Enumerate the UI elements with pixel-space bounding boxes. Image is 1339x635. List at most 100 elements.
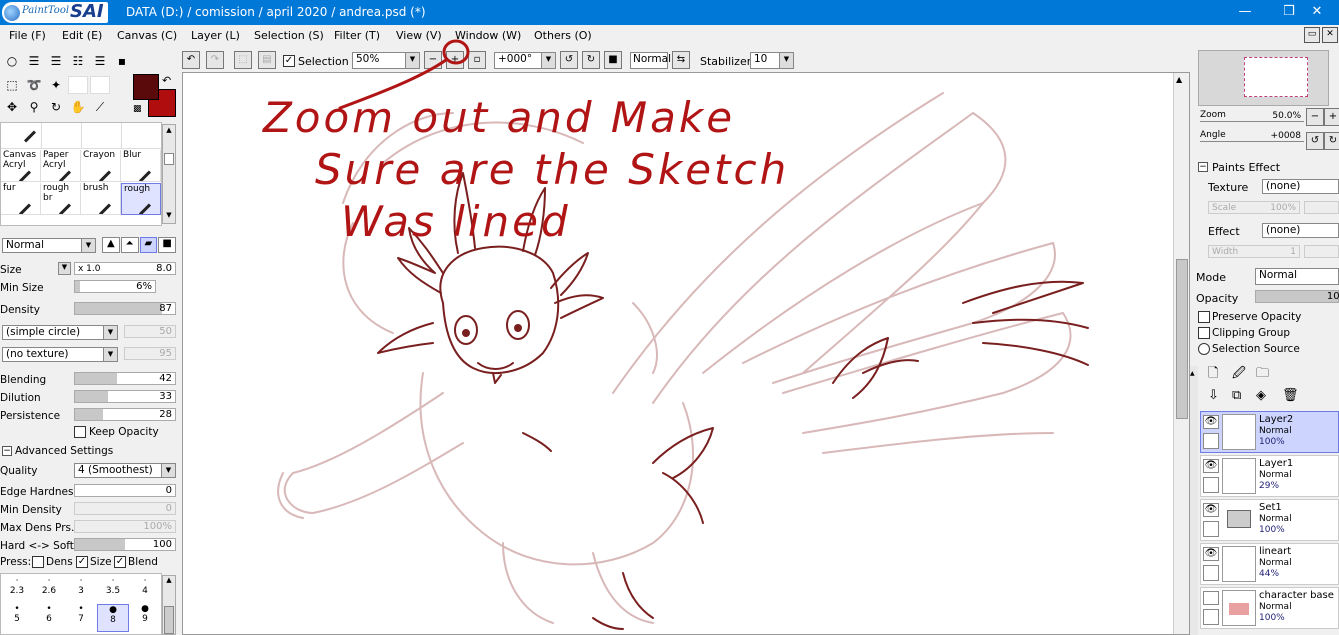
shape-mid-icon[interactable]: ▰ bbox=[139, 237, 158, 253]
layer1-visibility-eye-icon[interactable]: 👁 bbox=[1203, 459, 1219, 473]
scale-value-box[interactable] bbox=[1304, 201, 1339, 214]
layer-row-lineart[interactable]: 👁 lineart Normal 44% bbox=[1200, 543, 1339, 585]
dilution-slider[interactable]: 33 bbox=[74, 390, 176, 403]
zoom-icon[interactable]: ⚲ bbox=[24, 98, 44, 116]
delete-layer-icon[interactable]: 🗑 bbox=[1282, 388, 1299, 403]
press-blend-checkbox[interactable]: ✓ bbox=[114, 556, 126, 568]
hand-icon[interactable]: ✋ bbox=[68, 98, 88, 116]
rotate-reset-icon[interactable]: ■ bbox=[604, 51, 622, 69]
view-lines3-icon[interactable]: ☷ bbox=[68, 52, 88, 70]
eyedropper-icon[interactable]: ⟋ bbox=[90, 98, 110, 116]
deselect-icon[interactable]: ⬚ bbox=[234, 51, 252, 69]
quality-select[interactable]: 4 (Smoothest) ▼ bbox=[74, 463, 176, 478]
menu-canvas[interactable]: Canvas (C) bbox=[117, 29, 177, 42]
brush-fur[interactable]: fur bbox=[1, 183, 41, 215]
shape-square-icon[interactable]: ■ bbox=[158, 237, 176, 253]
nav-zoom-in-icon[interactable]: + bbox=[1324, 108, 1339, 126]
brush-texture-select[interactable]: (no texture) ▼ bbox=[2, 347, 118, 362]
zoom-out-icon[interactable]: − bbox=[424, 51, 442, 69]
scale-slider[interactable]: Scale 100% bbox=[1208, 201, 1300, 214]
brush-rough-br[interactable]: rough br bbox=[41, 183, 81, 215]
shape-strength[interactable]: 50 bbox=[124, 325, 176, 338]
shape-hard-icon[interactable]: ▲ bbox=[102, 237, 120, 253]
rotate-icon[interactable]: ↻ bbox=[46, 98, 66, 116]
zoom-reset-icon[interactable]: ▫ bbox=[468, 51, 486, 69]
dot-size-cell[interactable]: · 3 bbox=[65, 576, 97, 604]
layer-list-scrollbar[interactable]: ▲ bbox=[1190, 366, 1198, 635]
dot-size-cell[interactable]: ● 9 bbox=[129, 604, 161, 632]
dot-size-cell[interactable]: · 2.3 bbox=[1, 576, 33, 604]
layer-scroll-up-icon[interactable]: ▲ bbox=[1190, 370, 1195, 377]
layer-row-layer2[interactable]: 👁 Layer2 Normal 100% bbox=[1200, 411, 1339, 453]
scroll-thumb[interactable] bbox=[1176, 259, 1188, 419]
layer-opacity-slider[interactable]: 100 bbox=[1255, 290, 1339, 303]
new-linework-layer-icon[interactable]: 🖉 bbox=[1232, 364, 1246, 386]
press-dens-checkbox[interactable] bbox=[32, 556, 44, 568]
flip-icon[interactable]: ⇆ bbox=[672, 51, 690, 69]
texture-strength[interactable]: 95 bbox=[124, 347, 176, 360]
menu-layer[interactable]: Layer (L) bbox=[191, 29, 240, 42]
brush-brush[interactable]: brush bbox=[81, 183, 121, 215]
menu-view[interactable]: View (V) bbox=[396, 29, 442, 42]
circle-select-icon[interactable]: ○ bbox=[2, 52, 22, 70]
width-slider[interactable]: Width 1 bbox=[1208, 245, 1300, 258]
rotation-select[interactable]: +000° ▼ bbox=[494, 52, 556, 69]
paints-effect-collapse-icon[interactable]: − bbox=[1198, 162, 1208, 172]
layer-row-character-base[interactable]: character base Normal 100% bbox=[1200, 587, 1339, 629]
mdi-close-button[interactable]: ✕ bbox=[1322, 27, 1338, 43]
keep-opacity-checkbox[interactable] bbox=[74, 426, 86, 438]
dot-size-cell[interactable]: · 2.6 bbox=[33, 576, 65, 604]
swatch-icon[interactable]: ▪ bbox=[112, 52, 132, 70]
menu-others[interactable]: Others (O) bbox=[534, 29, 592, 42]
dot-size-cell[interactable]: • 5 bbox=[1, 604, 33, 632]
nav-angle-slider[interactable]: +0008 bbox=[1200, 130, 1304, 142]
transparent-color-icon[interactable]: ▩ bbox=[133, 104, 142, 114]
menu-filter[interactable]: Filter (T) bbox=[334, 29, 380, 42]
view-lines1-icon[interactable]: ☰ bbox=[24, 52, 44, 70]
dot-grid-scrollbar[interactable]: ▲ bbox=[162, 575, 176, 635]
brush-shape-select[interactable]: (simple circle) ▼ bbox=[2, 325, 118, 340]
nav-rotate-left-icon[interactable]: ↺ bbox=[1306, 132, 1324, 150]
selection-source-radio[interactable] bbox=[1198, 343, 1210, 355]
width-value-box[interactable] bbox=[1304, 245, 1339, 258]
clipping-group-checkbox[interactable] bbox=[1198, 327, 1210, 339]
nav-rotate-right-icon[interactable]: ↻ bbox=[1324, 132, 1339, 150]
dot-size-cell[interactable]: · 3.5 bbox=[97, 576, 129, 604]
set1-visibility-eye-icon[interactable]: 👁 bbox=[1203, 503, 1219, 517]
brush-rough[interactable]: rough bbox=[121, 183, 161, 215]
layer2-visibility-eye-icon[interactable]: 👁 bbox=[1203, 415, 1219, 429]
rotate-right-icon[interactable]: ↻ bbox=[582, 51, 600, 69]
layer-row-set1[interactable]: 👁 Set1 Normal 100% bbox=[1200, 499, 1339, 541]
new-layer-icon[interactable]: 🗋 bbox=[1208, 364, 1218, 386]
canvas-vertical-scrollbar[interactable]: ▲ bbox=[1173, 73, 1189, 634]
rect-select-icon[interactable]: ⬚ bbox=[2, 76, 22, 94]
size-mult-dropdown[interactable]: ▼ bbox=[58, 262, 71, 275]
texture-select[interactable]: (none) bbox=[1262, 179, 1339, 194]
primary-color-front[interactable] bbox=[133, 74, 159, 100]
swap-colors-icon[interactable]: ↶ bbox=[162, 74, 171, 87]
zoom-in-icon[interactable]: + bbox=[446, 51, 464, 69]
layer2-paint-target-icon[interactable] bbox=[1203, 433, 1219, 449]
merge-down-icon[interactable]: ⧉ bbox=[1232, 388, 1241, 403]
lineart-paint-target-icon[interactable] bbox=[1203, 565, 1219, 581]
redo-icon[interactable]: ↷ bbox=[206, 51, 224, 69]
nav-zoom-slider[interactable]: 50.0% bbox=[1200, 110, 1304, 122]
set1-paint-target-icon[interactable] bbox=[1203, 521, 1219, 537]
transfer-down-icon[interactable]: ⇩ bbox=[1208, 388, 1219, 403]
brush-paper-acryl[interactable]: Paper Acryl bbox=[41, 150, 81, 182]
close-button[interactable]: ✕ bbox=[1294, 0, 1339, 25]
hard-soft-slider[interactable]: 100 bbox=[74, 538, 176, 551]
layer1-paint-target-icon[interactable] bbox=[1203, 477, 1219, 493]
view-blend-select[interactable]: Normal bbox=[630, 52, 671, 69]
character-base-paint-target-icon[interactable] bbox=[1203, 609, 1219, 625]
rotate-left-icon[interactable]: ↺ bbox=[560, 51, 578, 69]
nav-zoom-out-icon[interactable]: − bbox=[1306, 108, 1324, 126]
menu-edit[interactable]: Edit (E) bbox=[62, 29, 102, 42]
size-slider[interactable]: x 1.0 8.0 bbox=[74, 262, 176, 275]
persistence-slider[interactable]: 28 bbox=[74, 408, 176, 421]
invert-selection-icon[interactable]: ▤ bbox=[258, 51, 276, 69]
max-dens-slider[interactable]: 100% bbox=[74, 520, 176, 533]
brush-blur[interactable]: Blur bbox=[121, 150, 161, 182]
layer-row-layer1[interactable]: 👁 Layer1 Normal 29% bbox=[1200, 455, 1339, 497]
min-size-slider[interactable]: 6% bbox=[74, 280, 156, 293]
